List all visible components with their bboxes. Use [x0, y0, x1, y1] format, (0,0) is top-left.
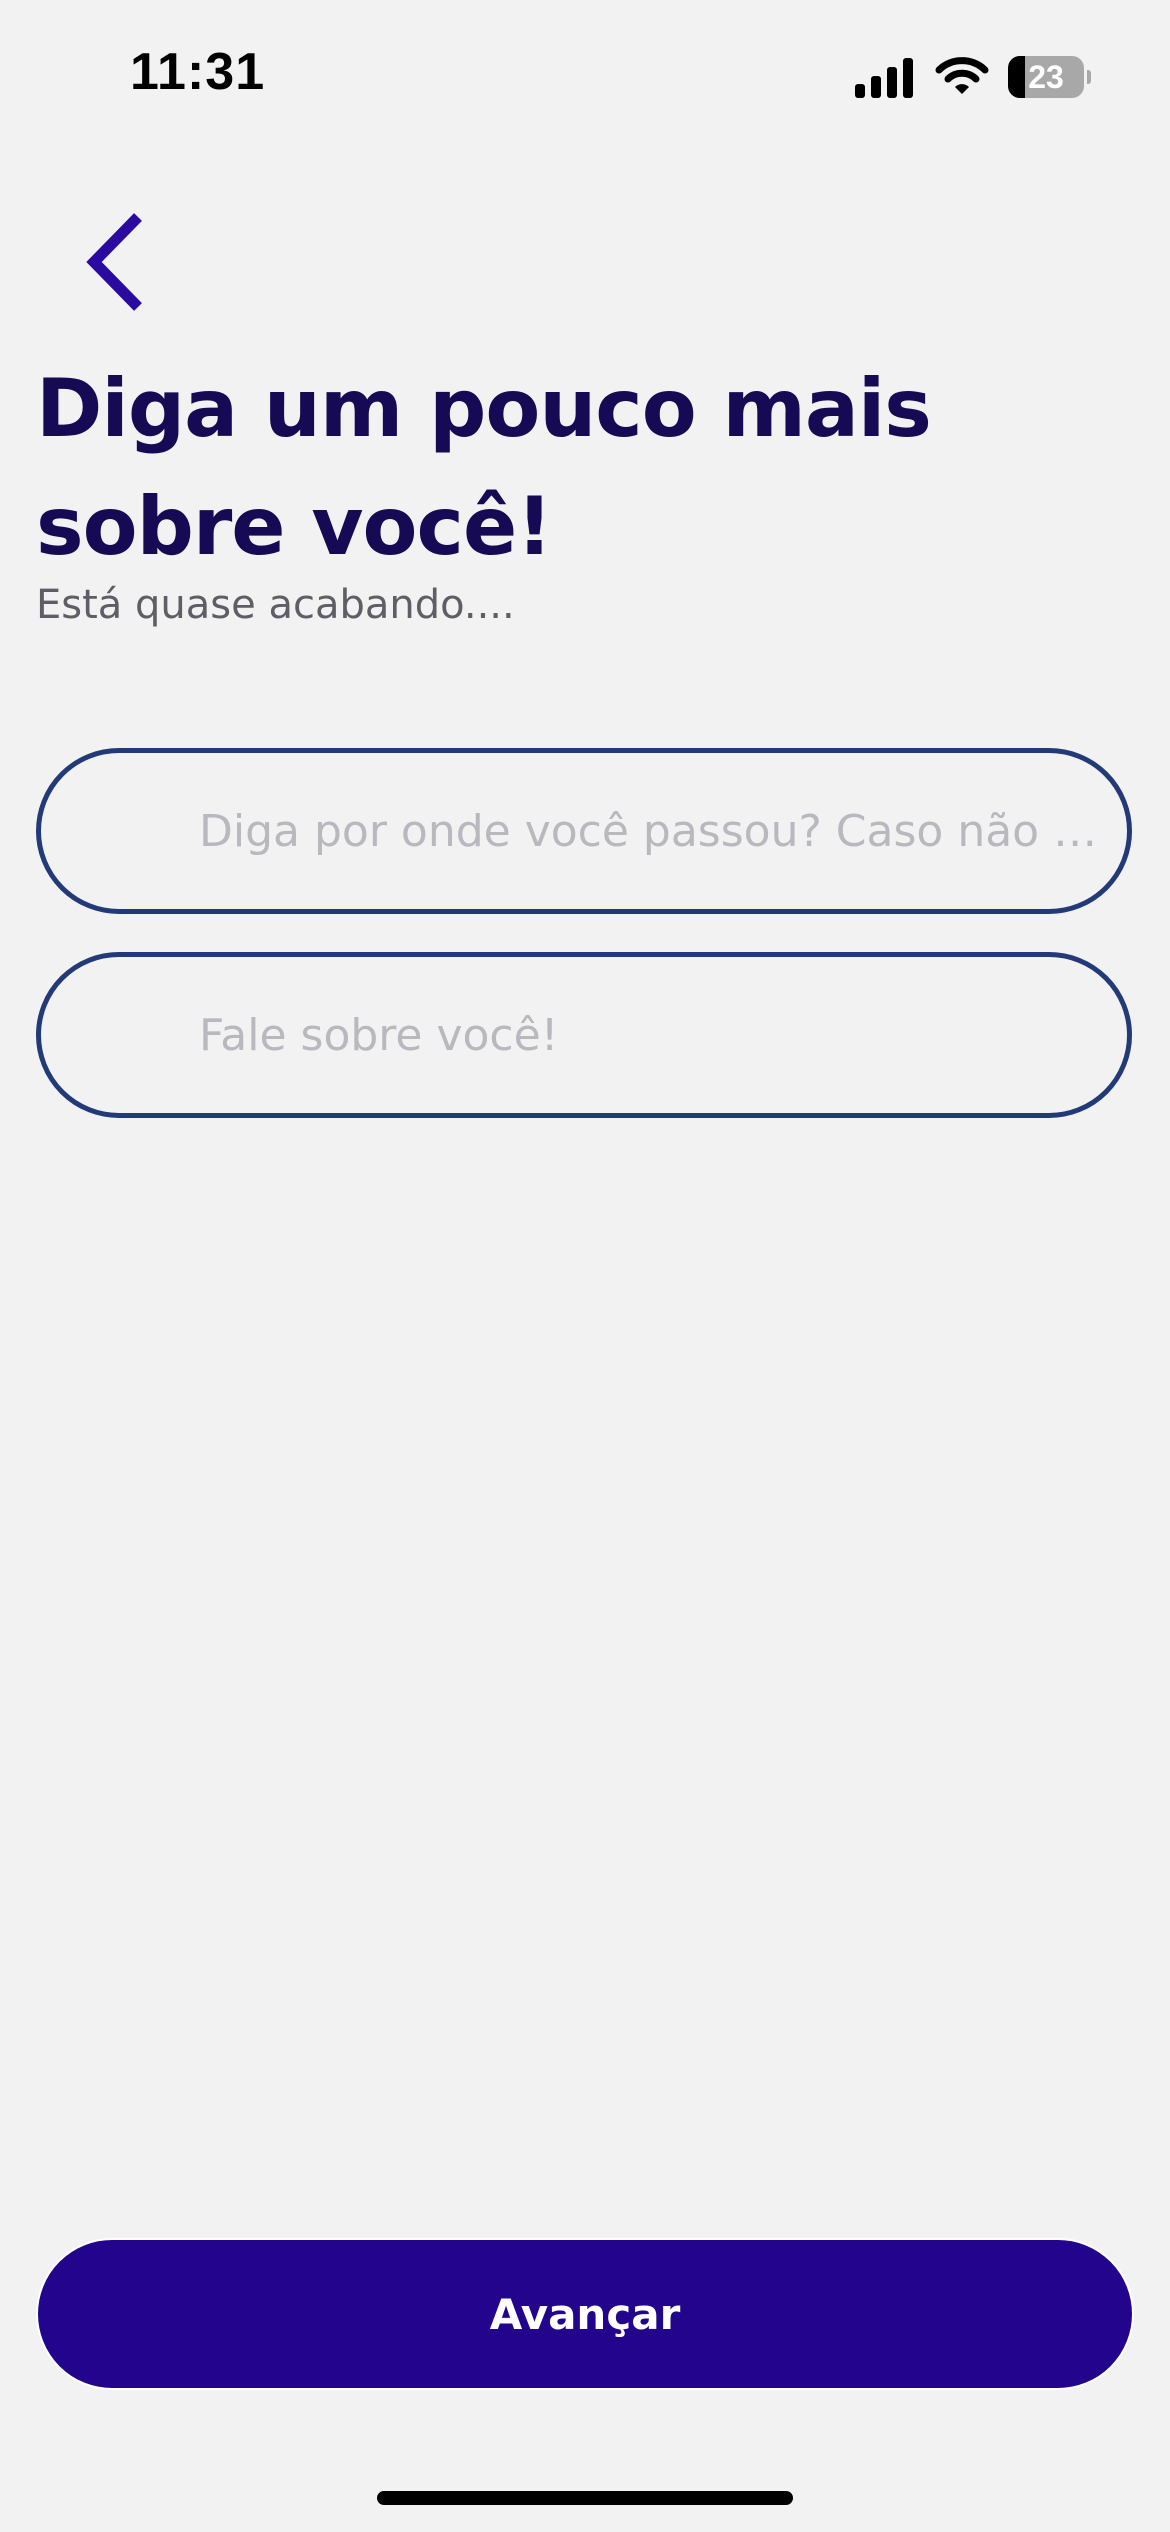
chevron-left-icon: [86, 213, 142, 311]
about-field[interactable]: [36, 952, 1132, 1118]
experience-input[interactable]: [199, 753, 1111, 909]
experience-field[interactable]: [36, 748, 1132, 914]
home-indicator: [377, 2491, 793, 2505]
back-button[interactable]: [60, 200, 170, 320]
status-bar: 11:31 23: [0, 0, 1170, 150]
battery-level: 23: [1028, 59, 1064, 95]
wifi-icon: [935, 57, 989, 94]
battery-icon: 23: [1008, 56, 1091, 98]
page-title: Diga um pouco mais sobre você!: [36, 362, 932, 573]
status-time: 11:31: [130, 43, 266, 101]
page-subtitle: Está quase acabando....: [36, 582, 515, 628]
signal-icon: [855, 58, 913, 98]
about-input[interactable]: [199, 957, 1111, 1113]
advance-button[interactable]: Avançar: [36, 2238, 1134, 2390]
